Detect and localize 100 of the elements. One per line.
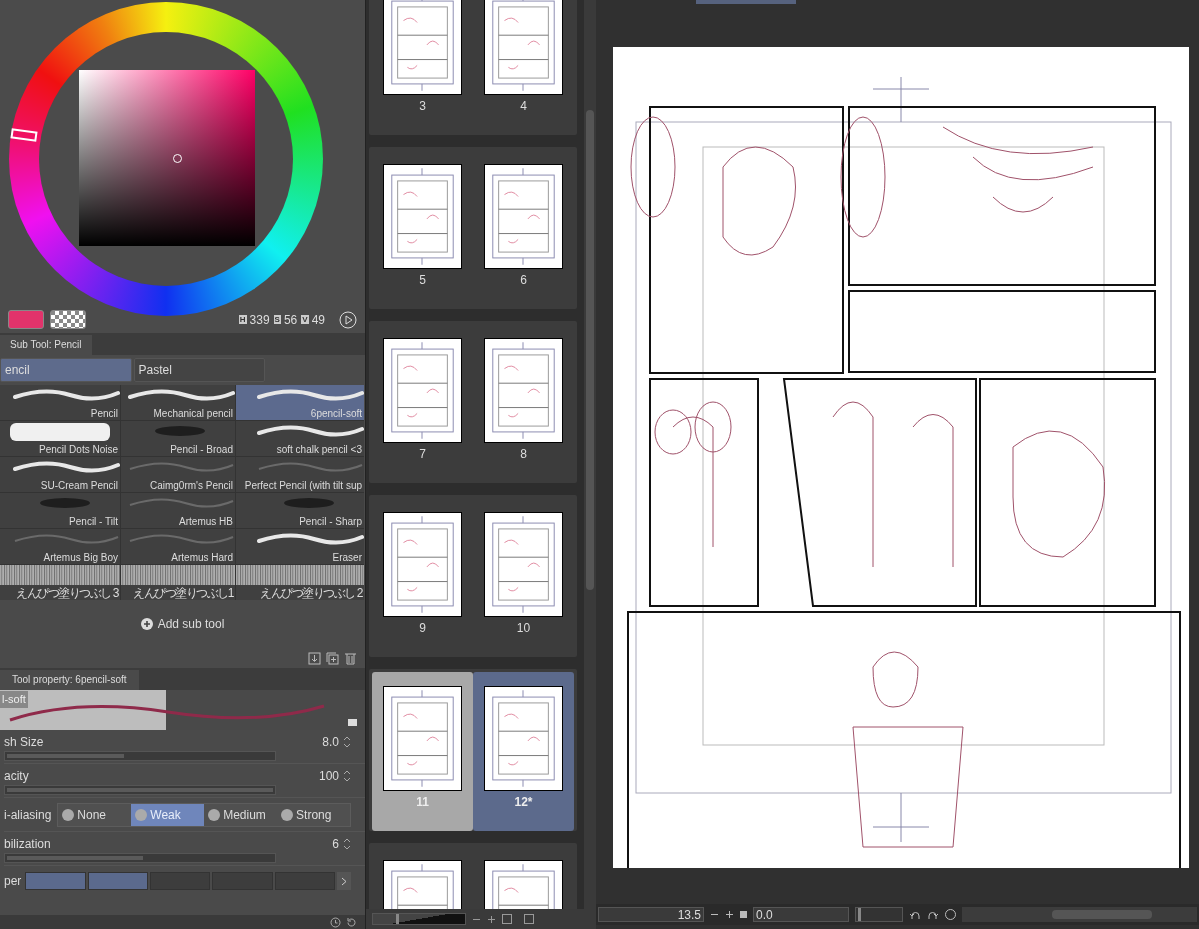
brush-shape-slot[interactable] [25, 872, 86, 890]
brush-preset[interactable]: えんぴつ塗りつぶし 3 [0, 565, 120, 600]
duplicate-icon[interactable] [326, 651, 339, 665]
add-sub-tool-button[interactable]: Add sub tool [140, 615, 225, 633]
rotate-left-icon[interactable] [909, 909, 921, 920]
tool-group-tab[interactable]: encil [0, 358, 132, 382]
hsv-channel-label: S [273, 315, 281, 324]
anti-aliasing-option[interactable]: Strong [277, 803, 350, 826]
tool-group-tab[interactable]: Pastel [133, 358, 265, 382]
hsv-channel-label: V [301, 315, 309, 324]
page-number: 11 [416, 794, 429, 811]
brush-preset[interactable]: Artemus Hard [121, 529, 235, 564]
hsv-value: 56 [283, 311, 298, 329]
brush-preset[interactable]: SU-Cream Pencil [0, 457, 120, 492]
hsv-channel-label: H [238, 315, 247, 324]
brush-preset[interactable]: 6pencil-soft [236, 385, 364, 420]
brush-preset[interactable]: Pencil Dots Noise [0, 421, 120, 456]
zoom-field[interactable]: 13.5 [598, 907, 704, 922]
slider-handle[interactable] [858, 908, 862, 921]
brush-stroke-icon [155, 426, 205, 436]
brush-preset[interactable]: Pencil - Tilt [0, 493, 120, 528]
rotation-field[interactable]: 0.0 [753, 907, 849, 922]
brush-stroke-icon [40, 498, 90, 508]
pencil-texture-icon [0, 565, 120, 585]
page-spread[interactable]: 9 10 [369, 495, 577, 657]
zoom-in-icon[interactable] [725, 910, 734, 919]
slider-handle[interactable] [396, 914, 399, 924]
scrollbar[interactable] [584, 0, 596, 909]
page-spread[interactable]: 5 6 [369, 147, 577, 309]
spin-arrows-icon[interactable] [343, 734, 351, 749]
page-number: 10 [516, 620, 531, 637]
chevron-right-icon [341, 876, 347, 886]
brush-preset[interactable]: Pencil - Broad [121, 421, 235, 456]
reset-icon[interactable] [346, 916, 357, 928]
brush-preset[interactable]: Pencil - Sharp [236, 493, 364, 528]
page-number: 3 [419, 98, 426, 115]
page-item[interactable]: 3 [372, 0, 473, 135]
brush-preset[interactable]: Mechanical pencil [121, 385, 235, 420]
brush-preset[interactable]: Artemus Big Boy [0, 529, 120, 564]
page-number: 4 [520, 98, 527, 115]
panel-tab[interactable]: Sub Tool: Pencil [0, 335, 92, 355]
rotate-right-icon[interactable] [927, 909, 939, 920]
trash-icon[interactable] [344, 651, 357, 665]
pencil-texture-icon [236, 565, 364, 585]
page-spread[interactable]: 3 4 [369, 0, 577, 135]
brush-preset[interactable]: Pencil [0, 385, 120, 420]
brush-preset[interactable]: soft chalk pencil <3 [236, 421, 364, 456]
spin-arrows-icon[interactable] [343, 768, 351, 783]
brush-preset[interactable]: Caimg0rm's Pencil [121, 457, 235, 492]
page-number: 8 [520, 446, 527, 463]
zoom-in-icon[interactable] [487, 914, 496, 924]
page-number: 6 [520, 272, 527, 289]
page-number: 5 [419, 272, 426, 289]
download-icon[interactable] [308, 651, 321, 665]
brush-shape-slot[interactable] [87, 872, 148, 890]
property-label: acity [4, 767, 29, 785]
property-value: 8.0 [322, 733, 339, 751]
brush-preset[interactable]: えんぴつ塗りつぶし1 [121, 565, 235, 600]
page-item[interactable]: 12* [473, 672, 574, 831]
property-value: 6 [332, 835, 339, 853]
brush-preset[interactable]: Eraser [236, 529, 364, 564]
main-color-swatch[interactable] [8, 310, 44, 329]
next-arrow-button[interactable] [337, 872, 351, 890]
hsv-value: 339 [249, 311, 270, 329]
page-number: 12* [514, 794, 533, 811]
page-item[interactable]: 9 [372, 498, 473, 657]
anti-aliasing-option[interactable]: Medium [204, 803, 278, 826]
brush-preset[interactable]: Artemus HB [121, 493, 235, 528]
horizontal-scrollbar[interactable] [962, 907, 1197, 922]
plus-circle-icon [140, 618, 153, 630]
rotation-slider[interactable] [855, 907, 903, 922]
anti-aliasing-option[interactable]: None [58, 803, 132, 826]
spin-arrows-icon[interactable] [343, 836, 351, 851]
clock-icon[interactable] [330, 916, 341, 928]
play-circle-icon[interactable] [339, 310, 357, 329]
page-item[interactable]: 7 [372, 324, 473, 483]
property-label: bilization [4, 835, 51, 853]
thumbnail-size-slider[interactable] [372, 913, 466, 925]
slider-track[interactable] [4, 750, 276, 761]
hue-marker[interactable] [10, 128, 38, 142]
page-item[interactable]: 4 [473, 0, 574, 135]
page-spread[interactable]: 7 8 [369, 321, 577, 483]
property-label: i-aliasing [4, 806, 52, 824]
page-item[interactable]: 5 [372, 150, 473, 309]
page-item[interactable]: 10 [473, 498, 574, 657]
page-item[interactable]: 8 [473, 324, 574, 483]
property-value: 100 [318, 767, 339, 785]
brush-stroke-icon [284, 498, 334, 508]
panel-tab[interactable]: Tool property: 6pencil-soft [0, 670, 139, 690]
page-number: 9 [419, 620, 426, 637]
saturation-value-square[interactable] [79, 70, 255, 246]
page-spread[interactable]: 11 12* [369, 669, 577, 831]
page-number: 7 [419, 446, 426, 463]
transparent-color-swatch[interactable] [50, 310, 86, 329]
brush-preset[interactable]: えんぴつ塗りつぶし 2 [236, 565, 364, 600]
property-label: sh Size [4, 733, 44, 751]
slider-track[interactable] [4, 852, 276, 863]
preview-label: l-soft [0, 691, 28, 708]
brush-preset[interactable]: Perfect Pencil (with tilt sup [236, 457, 364, 492]
page-item[interactable]: 6 [473, 150, 574, 309]
